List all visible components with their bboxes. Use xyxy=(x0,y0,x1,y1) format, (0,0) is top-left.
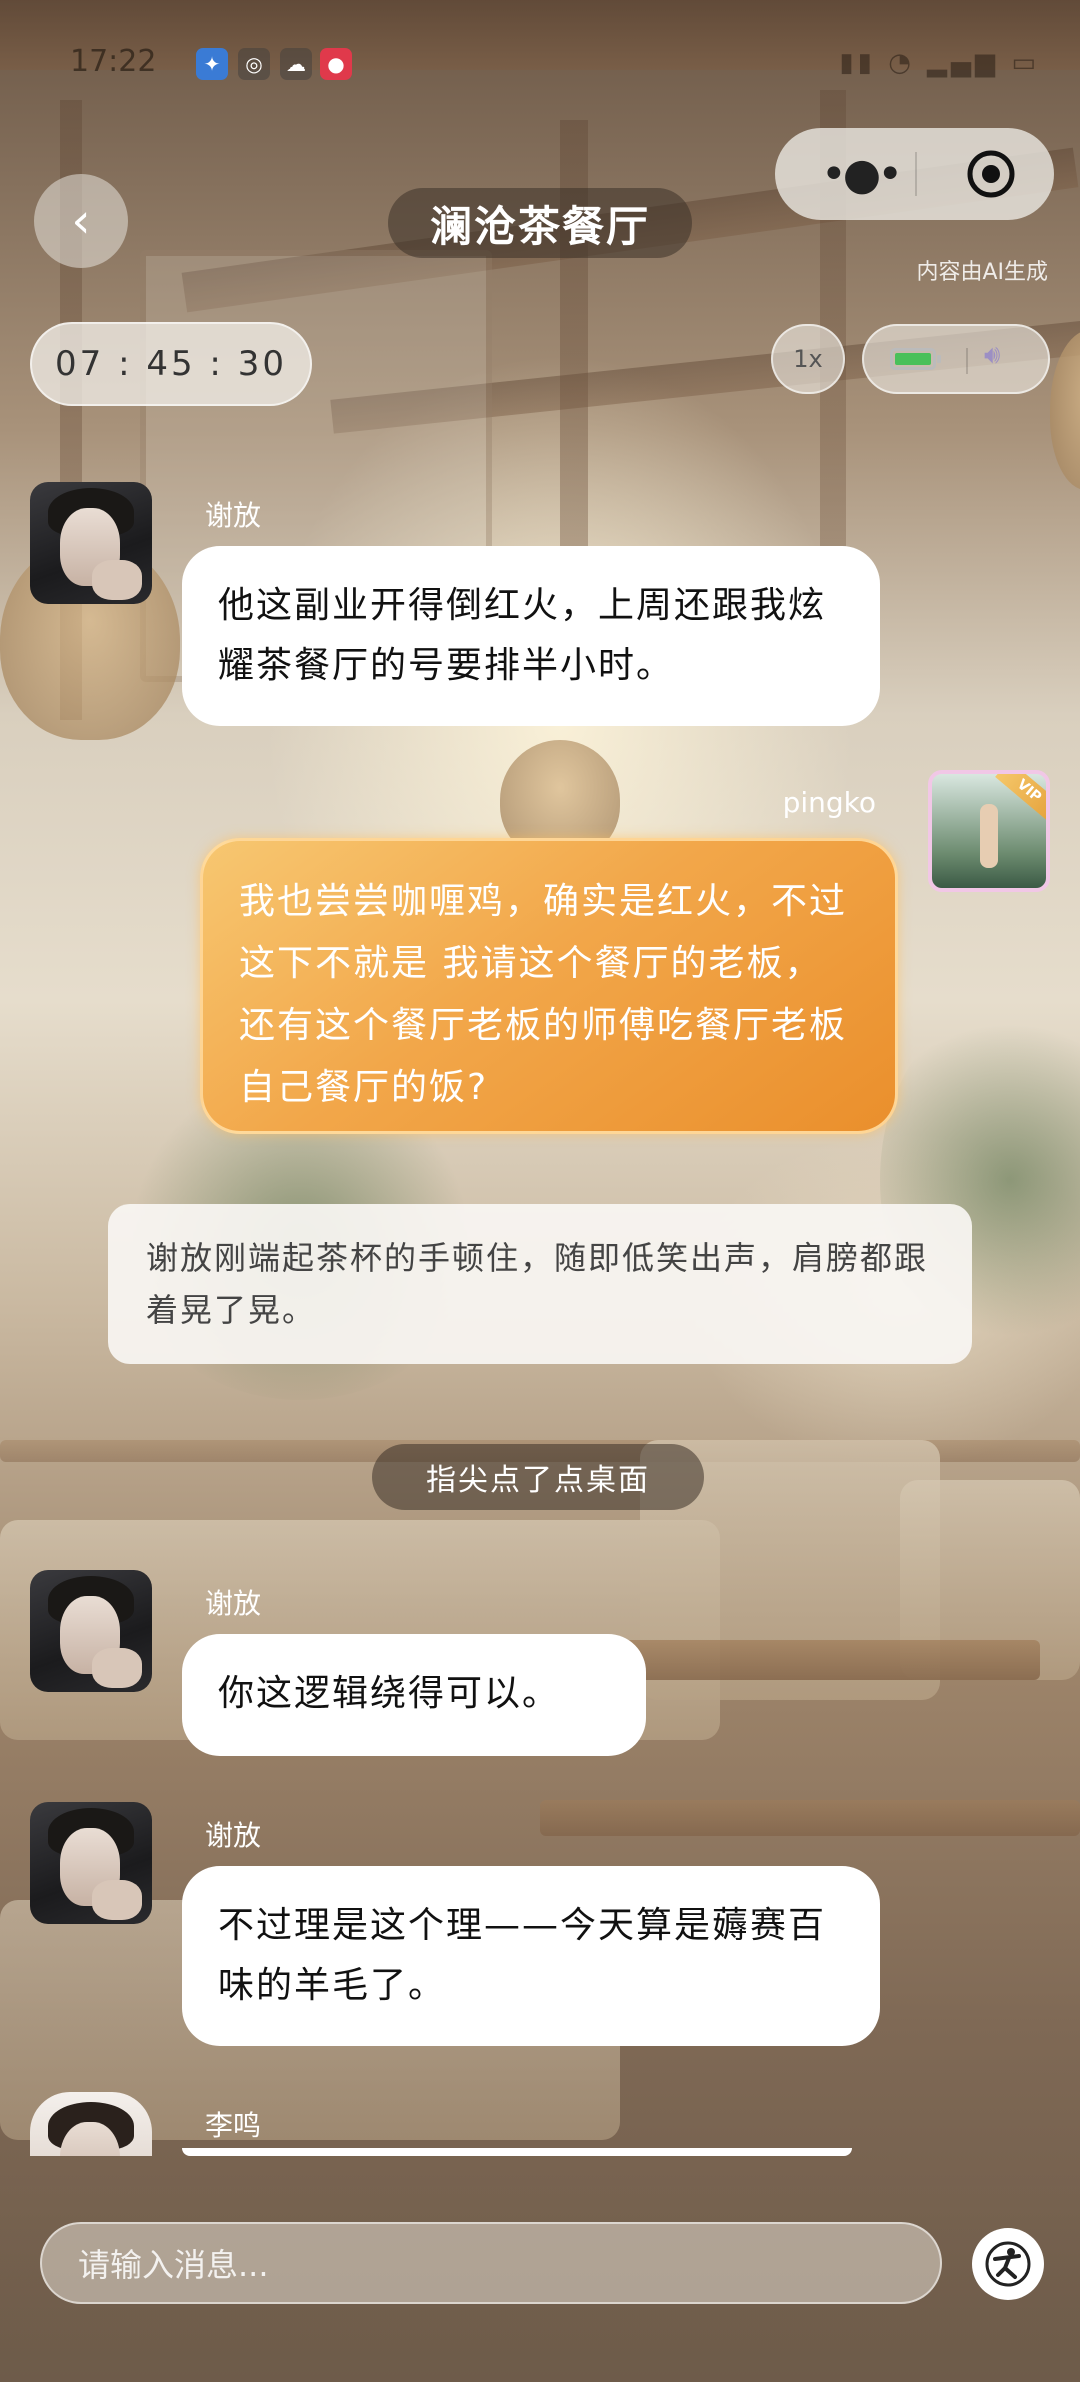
signal-battery-icon: ▮▮ ◔ ▂▄▆ ▭ xyxy=(839,48,1040,78)
sender-name: 谢放 xyxy=(205,1819,262,1852)
avatar-xiefang[interactable] xyxy=(30,1570,152,1692)
notification-cloud-icon: ☁ xyxy=(280,48,312,80)
my-avatar[interactable]: VIP xyxy=(928,770,1050,892)
chat-bubble: 他这副业开得倒红火，上周还跟我炫耀茶餐厅的号要排半小时。 xyxy=(182,546,880,726)
chevron-left-icon: ‹ xyxy=(71,193,91,249)
status-bar: 17:22 ✦ ◎ ☁ ● ▮▮ ◔ ▂▄▆ ▭ xyxy=(0,42,1080,88)
my-chat-bubble: 我也尝尝咖喱鸡，确实是红火，不过这下不就是 我请这个餐厅的老板，还有这个餐厅老板… xyxy=(200,838,898,1134)
miniprogram-capsule: •●• xyxy=(775,128,1054,220)
notification-app-icon: ✦ xyxy=(196,48,228,80)
target-circle-icon[interactable] xyxy=(965,148,1017,200)
message-input[interactable]: 请输入消息... xyxy=(40,2222,942,2304)
chat-bubble-partial xyxy=(182,2148,852,2156)
playback-speed-button[interactable]: 1x xyxy=(771,324,845,394)
accessibility-icon xyxy=(985,2241,1031,2287)
countdown-timer: 07 : 45 : 30 xyxy=(30,322,312,406)
page-title: 澜沧茶餐厅 xyxy=(388,188,692,258)
back-button[interactable]: ‹ xyxy=(34,174,128,268)
my-name: pingko xyxy=(782,786,876,819)
status-time: 17:22 xyxy=(70,44,157,79)
avatar-liming[interactable] xyxy=(30,2092,152,2156)
sender-name: 谢放 xyxy=(205,499,262,532)
accessibility-button[interactable] xyxy=(972,2228,1044,2300)
notification-mascot-icon: ● xyxy=(320,48,352,80)
narration-card: 谢放刚端起茶杯的手顿住，随即低笑出声，肩膀都跟着晃了晃。 xyxy=(108,1204,972,1364)
vip-badge-icon: VIP xyxy=(995,774,1046,822)
avatar-xiefang[interactable] xyxy=(30,482,152,604)
action-pill: 指尖点了点桌面 xyxy=(372,1444,704,1510)
chat-bubble: 你这逻辑绕得可以。 xyxy=(182,1634,646,1756)
sender-name: 谢放 xyxy=(205,1587,262,1620)
battery-icon xyxy=(890,348,941,370)
ai-generated-note: 内容由AI生成 xyxy=(916,260,1048,285)
sender-name: 李鸣 xyxy=(205,2109,262,2142)
media-controls[interactable]: 🔊︎ xyxy=(862,324,1050,394)
speaker-icon[interactable]: 🔊︎ xyxy=(984,340,1000,371)
more-dots-icon[interactable]: •●• xyxy=(815,146,905,202)
chat-bubble: 不过理是这个理——今天算是薅赛百味的羊毛了。 xyxy=(182,1866,880,2046)
notification-circle-icon: ◎ xyxy=(238,48,270,80)
avatar-xiefang[interactable] xyxy=(30,1802,152,1924)
